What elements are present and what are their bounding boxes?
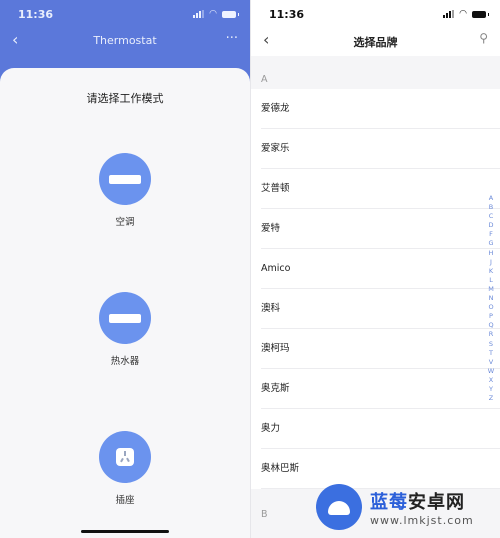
brand-select-screen: 11:36 ◠ ‹ 选择品牌 ⚲ A 爱德龙 爱家乐 艾普顿 爱特 Amico … [250, 0, 500, 538]
socket-icon [99, 431, 151, 483]
battery-icon [472, 10, 489, 18]
mode-air-conditioner[interactable]: 空调 [0, 153, 250, 228]
air-conditioner-icon [99, 153, 151, 205]
status-bar: 11:36 ◠ [251, 0, 500, 26]
brand-item[interactable]: 澳柯玛 [251, 329, 500, 369]
index-letter[interactable]: L [485, 276, 497, 285]
brand-item[interactable]: Amico [251, 249, 500, 289]
index-letter[interactable]: K [485, 267, 497, 276]
index-letter[interactable]: C [485, 212, 497, 221]
home-indicator [81, 530, 169, 533]
section-header-a: A [261, 74, 268, 85]
index-letter[interactable]: V [485, 358, 497, 367]
watermark-name: 蓝莓安卓网 [370, 491, 465, 513]
brand-item[interactable]: 澳科 [251, 289, 500, 329]
index-letter[interactable]: T [485, 349, 497, 358]
brand-item[interactable]: 艾普顿 [251, 169, 500, 209]
more-button[interactable]: ··· [226, 31, 238, 46]
sheet-heading: 请选择工作模式 [86, 92, 164, 105]
brand-item[interactable]: 爱德龙 [251, 89, 500, 129]
mode-label: 插座 [115, 495, 135, 506]
signal-icon [443, 10, 455, 18]
index-letter[interactable]: H [485, 249, 497, 258]
wifi-icon: ◠ [459, 9, 467, 19]
index-letter[interactable]: Q [485, 321, 497, 330]
signal-icon [193, 10, 205, 18]
brand-item[interactable]: 爱特 [251, 209, 500, 249]
index-letter[interactable]: O [485, 303, 497, 312]
index-letter[interactable]: N [485, 294, 497, 303]
android-logo-icon [316, 484, 362, 530]
index-letter[interactable]: D [485, 221, 497, 230]
thermostat-screen: 11:36 ◠ ‹ Thermostat ··· 请选择工作模式 空调 热水器 … [0, 0, 250, 538]
search-button[interactable]: ⚲ [479, 31, 488, 45]
index-letter[interactable]: A [485, 194, 497, 203]
brand-item[interactable]: 奥力 [251, 409, 500, 449]
wifi-icon: ◠ [209, 9, 217, 19]
page-title: 选择品牌 [353, 36, 398, 49]
alphabet-index[interactable]: ABCDFGHJKLMNOPQRSTVWXYZ [485, 194, 497, 403]
index-letter[interactable]: X [485, 376, 497, 385]
index-letter[interactable]: S [485, 340, 497, 349]
index-letter[interactable]: M [485, 285, 497, 294]
mode-label: 空调 [115, 217, 135, 228]
battery-icon [222, 10, 239, 18]
index-letter[interactable]: B [485, 203, 497, 212]
index-letter[interactable]: G [485, 239, 497, 248]
brand-item[interactable]: 爱家乐 [251, 129, 500, 169]
index-letter[interactable]: F [485, 230, 497, 239]
mode-label: 热水器 [110, 356, 140, 367]
page-title: Thermostat [93, 34, 157, 47]
brand-item[interactable]: 奥林巴斯 [251, 449, 500, 489]
watermark-url: www.lmkjst.com [370, 513, 474, 527]
index-letter[interactable]: Y [485, 385, 497, 394]
status-time: 11:36 [18, 8, 54, 21]
brand-item[interactable]: 奥克斯 [251, 369, 500, 409]
index-letter[interactable]: W [485, 367, 497, 376]
water-heater-icon [99, 292, 151, 344]
index-letter[interactable]: P [485, 312, 497, 321]
nav-bar: ‹ Thermostat ··· [0, 26, 250, 56]
index-letter[interactable]: J [485, 258, 497, 267]
mode-water-heater[interactable]: 热水器 [0, 292, 250, 367]
watermark: 蓝莓安卓网 www.lmkjst.com [316, 484, 474, 530]
status-time: 11:36 [269, 8, 305, 21]
status-bar: 11:36 ◠ [0, 0, 250, 26]
nav-bar: ‹ 选择品牌 ⚲ [251, 26, 500, 56]
index-letter[interactable]: R [485, 330, 497, 339]
brand-list-a: 爱德龙 爱家乐 艾普顿 爱特 Amico 澳科 澳柯玛 奥克斯 奥力 奥林巴斯 [251, 89, 500, 489]
mode-socket[interactable]: 插座 [0, 431, 250, 506]
index-letter[interactable]: Z [485, 394, 497, 403]
